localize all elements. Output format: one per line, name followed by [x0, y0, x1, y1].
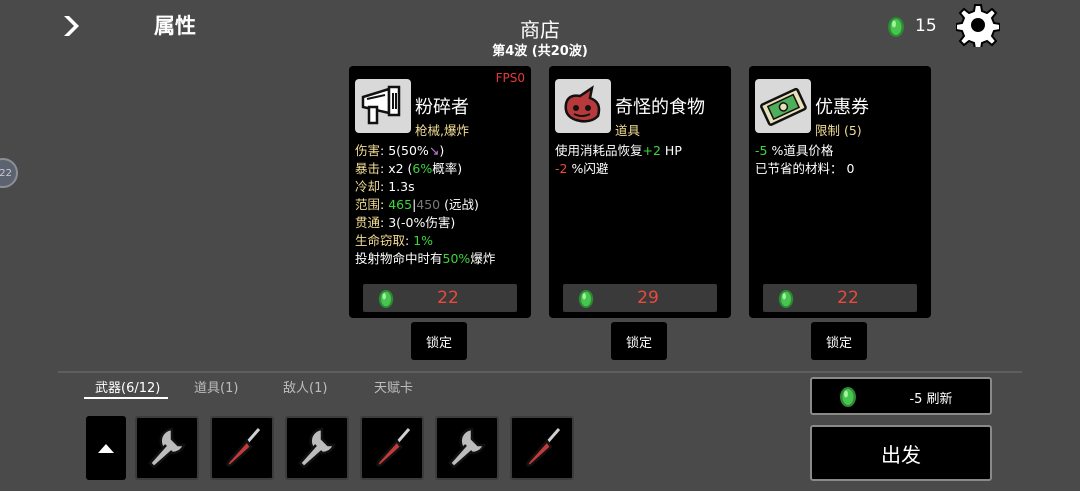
refresh-button[interactable]: -5 刷新	[810, 377, 992, 415]
gear-icon[interactable]	[956, 3, 1000, 47]
divider	[58, 371, 1022, 373]
stat-heal: 使用消耗品恢复+2 HP	[555, 143, 682, 158]
stat-cooldown: 冷却: 1.3s	[355, 179, 415, 194]
stat-pierce: 贯通: 3(-0%伤害)	[355, 215, 456, 230]
item-tags: 道具	[615, 123, 641, 138]
strange-food-icon	[555, 79, 611, 133]
item-stats: -5 %道具价格 已节省的材料： 0	[755, 142, 927, 178]
refresh-label: -5 刷新	[909, 392, 953, 407]
item-stats: 使用消耗品恢复+2 HP -2 %闪避	[555, 142, 727, 178]
stat-item-price: -5 %道具价格	[755, 143, 834, 158]
material-count: 15	[915, 16, 937, 36]
stat-saved-materials: 已节省的材料： 0	[755, 161, 855, 176]
collapse-button[interactable]	[86, 416, 126, 480]
shop-card-coupon[interactable]: 优惠券 限制 (5) -5 %道具价格 已节省的材料： 0 22	[749, 66, 931, 318]
lock-button[interactable]: 锁定	[411, 322, 467, 360]
stat-dodge: -2 %闪避	[555, 161, 609, 176]
wave-counter: 第4波 (共20波)	[492, 44, 588, 59]
wrench-icon	[448, 427, 486, 469]
material-gem-icon	[888, 17, 904, 37]
stat-lifesteal: 生命窃取: 1%	[355, 233, 434, 248]
tab-items[interactable]: 道具(1)	[194, 377, 238, 396]
tab-enemies[interactable]: 敌人(1)	[283, 377, 327, 396]
screwdriver-icon	[526, 428, 561, 467]
stat-crit: 暴击: x2 (6%概率)	[355, 161, 463, 176]
item-price: 22	[837, 288, 859, 308]
screwdriver-icon	[226, 428, 261, 467]
stat-range: 范围: 465|450 (远战)	[355, 197, 479, 212]
item-name: 粉碎者	[415, 97, 469, 118]
tab-underline	[84, 397, 168, 399]
shop-card-crusher[interactable]: FPS0 粉碎者 枪械,爆炸 伤害: 5(50%↘) 暴击: x2 (6%概率)…	[349, 66, 531, 318]
price-bar[interactable]: 22	[763, 284, 917, 312]
fps-counter: FPS0	[495, 71, 525, 85]
lock-button[interactable]: 锁定	[811, 322, 867, 360]
inventory-slot[interactable]	[135, 416, 199, 480]
tab-talent-cards[interactable]: 天赋卡	[374, 377, 413, 396]
shop-card-strange-food[interactable]: 奇怪的食物 道具 使用消耗品恢复+2 HP -2 %闪避 29	[549, 66, 731, 318]
price-bar[interactable]: 29	[563, 284, 717, 312]
lock-button[interactable]: 锁定	[611, 322, 667, 360]
item-tags: 枪械,爆炸	[415, 123, 469, 138]
item-price: 22	[437, 288, 459, 308]
wrench-icon	[298, 427, 336, 469]
coupon-icon	[755, 79, 811, 133]
stat-explode: 投射物命中时有50%爆炸	[355, 251, 496, 266]
inventory-slot[interactable]	[360, 416, 424, 480]
screwdriver-icon	[376, 428, 411, 467]
side-bubble[interactable]: 22	[0, 158, 18, 188]
item-name: 奇怪的食物	[615, 97, 705, 118]
go-button[interactable]: 出发	[810, 425, 992, 481]
item-stats: 伤害: 5(50%↘) 暴击: x2 (6%概率) 冷却: 1.3s 范围: 4…	[355, 142, 527, 268]
inventory-slot[interactable]	[285, 416, 349, 480]
inventory-slot[interactable]	[210, 416, 274, 480]
item-name: 优惠券	[815, 97, 869, 118]
stat-damage: 伤害: 5(50%↘)	[355, 143, 445, 158]
item-tags: 限制 (5)	[815, 123, 862, 138]
wrench-icon	[148, 427, 186, 469]
tab-weapons[interactable]: 武器(6/12)	[95, 377, 160, 396]
megaphone-gun-icon	[355, 79, 411, 133]
item-price: 29	[637, 288, 659, 308]
price-bar[interactable]: 22	[363, 284, 517, 312]
inventory-slot[interactable]	[510, 416, 574, 480]
inventory-slot[interactable]	[435, 416, 499, 480]
triangle-up-icon	[98, 443, 114, 453]
